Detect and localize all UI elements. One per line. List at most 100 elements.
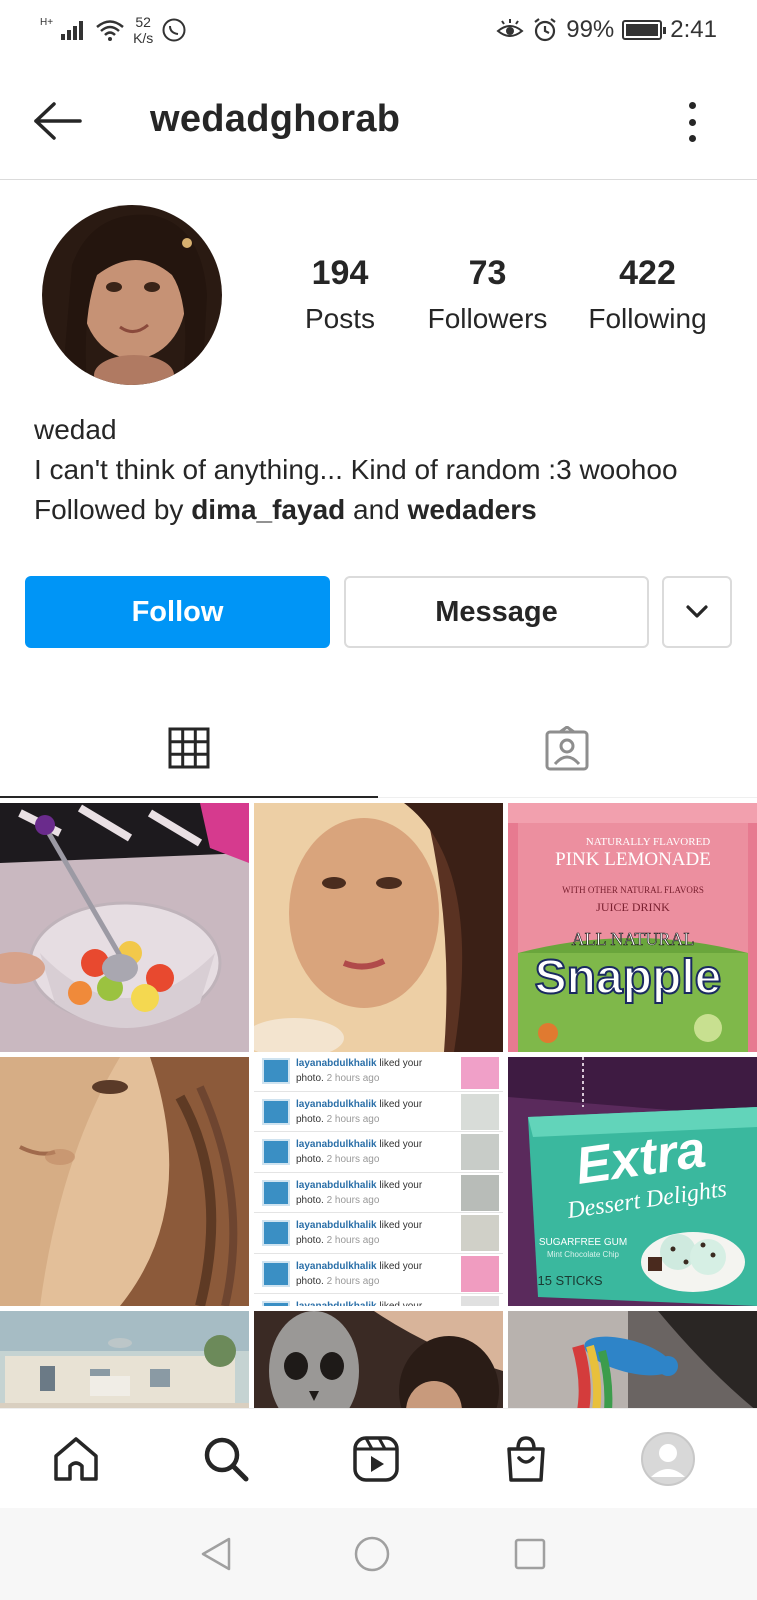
more-dot-icon (688, 118, 696, 126)
notification-object: photo. (296, 1194, 327, 1206)
page-title-username: wedadghorab (150, 98, 401, 140)
clock: 2:41 (670, 16, 717, 43)
parrot-photo (508, 1311, 757, 1408)
circle-home-icon (354, 1536, 390, 1572)
notification-row: layanabdulkhalik liked yourphoto. 2 hour… (254, 1253, 503, 1294)
more-dot-icon (688, 135, 696, 142)
square-recents-icon (514, 1538, 546, 1570)
follow-button[interactable]: Follow (25, 576, 330, 648)
snapple-brand: Snapple (535, 951, 722, 1004)
post-thumbnail[interactable] (0, 803, 249, 1052)
notification-user: layanabdulkhalik (296, 1179, 377, 1191)
stat-label: Posts (304, 303, 376, 334)
profile-header: wedadghorab (0, 80, 757, 180)
nav-home[interactable] (48, 1431, 104, 1487)
post-thumbnail[interactable] (254, 803, 503, 1052)
extra-gum-photo: Extra Dessert Delights SUGARFREE GUM Min… (508, 1057, 757, 1306)
eye-comfort-icon (496, 19, 524, 37)
followed-by[interactable]: Followed by dima_fayad and wedaders (34, 490, 734, 530)
nav-search[interactable] (198, 1431, 254, 1487)
snapple-line3: WITH OTHER NATURAL FLAVORS (562, 885, 704, 895)
back-arrow-icon (34, 102, 82, 140)
snapple-line2: PINK LEMONADE (555, 849, 711, 870)
post-thumbnail[interactable]: NATURALLY FLAVORED PINK LEMONADE WITH OT… (508, 803, 757, 1052)
nav-reels[interactable] (348, 1431, 404, 1487)
status-right: 99% 2:41 (496, 16, 717, 44)
notification-text: layanabdulkhalik liked your photo. 2 hour… (296, 1137, 456, 1167)
notification-time: 2 hours ago (326, 1154, 380, 1165)
portrait-photo (0, 1057, 249, 1306)
notification-thumbnail (461, 1255, 499, 1292)
notification-screenshot: layanabdulkhalik liked your photo. 2 hour… (254, 1057, 503, 1306)
chevron-down-icon (686, 605, 708, 618)
stat-posts[interactable]: 194 Posts (280, 254, 400, 335)
profile-bio: wedad I can't think of anything... Kind … (34, 410, 734, 530)
alarm-icon (534, 18, 556, 42)
notification-time: 2 hours ago (326, 1073, 380, 1084)
notification-thumbnail (461, 1215, 499, 1251)
wifi-icon (96, 20, 124, 41)
nav-shop[interactable] (498, 1431, 554, 1487)
notification-thumbnail (461, 1174, 499, 1211)
notification-action: liked your (376, 1139, 423, 1150)
post-thumbnail[interactable] (508, 1311, 757, 1408)
nav-profile[interactable] (640, 1431, 696, 1487)
net-speed: 52 K/s (133, 14, 153, 46)
triangle-back-icon (201, 1537, 231, 1571)
snapple-photo: NATURALLY FLAVORED PINK LEMONADE WITH OT… (508, 803, 757, 1052)
post-thumbnail[interactable]: layanabdulkhalik liked your photo. 2 hour… (254, 1057, 503, 1306)
post-thumbnail[interactable] (0, 1057, 249, 1306)
profile-avatar-icon (641, 1432, 695, 1486)
bio-text: I can't think of anything... Kind of ran… (34, 454, 678, 485)
status-left: H+ 52 K/s (40, 14, 187, 46)
notification-avatar (262, 1098, 290, 1125)
more-options-button[interactable] (682, 102, 702, 142)
notification-object: photo. (296, 1275, 327, 1287)
profile-actions: Follow Message (25, 576, 732, 648)
notification-row: layanabdulkhalik liked yourphoto. 2 hour… (254, 1132, 503, 1173)
stat-value: 422 (619, 254, 676, 292)
message-button[interactable]: Message (344, 576, 649, 648)
notification-action: liked your (376, 1220, 423, 1231)
notification-time: 2 hours ago (326, 1275, 380, 1287)
posts-grid: NATURALLY FLAVORED PINK LEMONADE WITH OT… (0, 803, 757, 1408)
tab-posts-grid[interactable] (0, 700, 378, 798)
profile-avatar[interactable] (42, 205, 222, 385)
gum-line1: SUGARFREE GUM (539, 1237, 627, 1248)
notification-user: layanabdulkhalik (296, 1058, 377, 1069)
notification-row: layanabdulkhalik liked yourphoto. 2 hour… (254, 1172, 503, 1213)
gum-line2: Mint Chocolate Chip (547, 1250, 620, 1259)
stat-following[interactable]: 422 Following (575, 254, 720, 335)
grid-icon (168, 727, 210, 769)
notification-text: layanabdulkhalik liked your photo. 2 hour… (296, 1178, 456, 1208)
profile-stats: 194 Posts 73 Followers 422 Following (280, 254, 720, 335)
post-thumbnail[interactable] (254, 1311, 503, 1408)
system-home-button[interactable] (352, 1534, 392, 1574)
stat-value: 194 (311, 254, 369, 292)
gum-count: 15 STICKS (537, 1273, 602, 1288)
back-button[interactable] (30, 100, 86, 142)
net-speed-value: 52 (135, 14, 151, 30)
suggested-accounts-button[interactable] (662, 576, 732, 648)
notification-row: layanabdulkhalik liked yourphoto. 2 hour… (254, 1294, 503, 1306)
post-thumbnail[interactable] (0, 1311, 249, 1408)
system-recents-button[interactable] (510, 1534, 550, 1574)
search-icon (204, 1437, 249, 1482)
system-back-button[interactable] (196, 1534, 236, 1574)
tab-tagged[interactable] (378, 700, 756, 798)
notification-row: layanabdulkhalik liked yourphoto. 2 hour… (254, 1057, 503, 1092)
more-dot-icon (688, 102, 696, 109)
notification-action: liked your (376, 1179, 423, 1191)
snapple-line1: NATURALLY FLAVORED (586, 836, 711, 848)
notification-action: liked your (376, 1098, 423, 1110)
notification-avatar (262, 1260, 290, 1287)
home-icon (54, 1437, 98, 1481)
snapple-line5: ALL NATURAL (572, 929, 695, 949)
battery-icon (622, 20, 667, 40)
notification-thumbnail (461, 1296, 499, 1306)
stat-followers[interactable]: 73 Followers (400, 254, 575, 335)
post-thumbnail[interactable]: Extra Dessert Delights SUGARFREE GUM Min… (508, 1057, 757, 1306)
notification-avatar (262, 1301, 290, 1306)
signal-icon (61, 21, 84, 40)
snapple-line4: JUICE DRINK (596, 900, 670, 914)
